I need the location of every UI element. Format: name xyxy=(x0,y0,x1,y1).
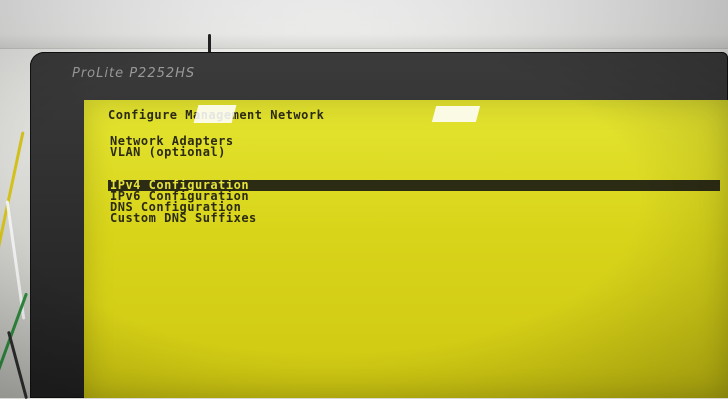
screen-glare xyxy=(431,106,481,122)
menu-item-custom-dns-suffixes[interactable]: Custom DNS Suffixes xyxy=(110,212,720,224)
screen-glare xyxy=(193,105,237,123)
monitor-model-label: ProLite P2252HS xyxy=(72,66,196,81)
background-curtain xyxy=(0,0,728,49)
monitor-bezel: ProLite P2252HS Configure Management Net… xyxy=(30,52,728,398)
menu-section-primary: Network Adapters VLAN (optional) xyxy=(110,135,234,158)
menu-section-secondary: IPv4 Configuration IPv6 Configuration DN… xyxy=(108,179,720,224)
menu-item-vlan[interactable]: VLAN (optional) xyxy=(110,146,234,158)
console-screen: Configure Management Network Network Ada… xyxy=(84,100,728,398)
